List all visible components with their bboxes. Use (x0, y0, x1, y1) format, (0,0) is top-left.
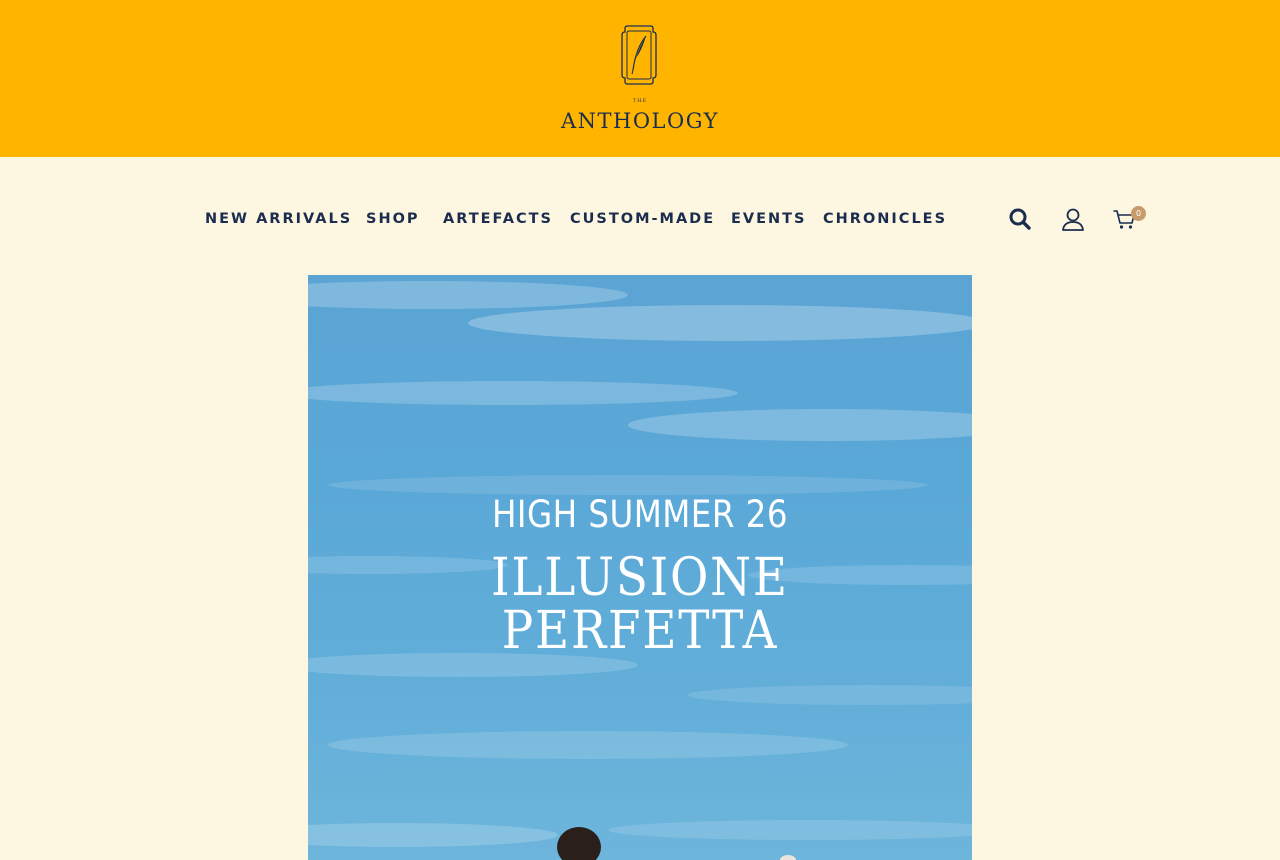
user-icon (1062, 208, 1084, 231)
quill-emblem-icon (621, 25, 657, 85)
top-banner: THE ANTHOLOGY (0, 0, 1280, 157)
nav-new-arrivals[interactable]: NEW ARRIVALS (205, 209, 352, 229)
brand-prefix: THE (632, 98, 648, 104)
nav-chronicles[interactable]: CHRONICLES (823, 209, 947, 229)
nav-custom-made[interactable]: CUSTOM-MADE (570, 209, 715, 229)
nav-artefacts[interactable]: ARTEFACTS (443, 209, 553, 229)
hero-title-line-2: PERFETTA (501, 601, 779, 661)
hero-title-line-1: ILLUSIONE (491, 548, 789, 608)
brand-name: ANTHOLOGY (560, 109, 719, 133)
cart-count-badge: 0 (1131, 206, 1146, 221)
main-navigation: NEW ARRIVALS SHOP ARTEFACTS CUSTOM-MADE … (0, 200, 1280, 238)
account-button[interactable] (1060, 206, 1086, 232)
brand-logo[interactable]: THE ANTHOLOGY (555, 20, 725, 140)
hero-season-label: HIGH SUMMER 26 (492, 493, 788, 536)
search-button[interactable] (1007, 206, 1033, 232)
nav-events[interactable]: EVENTS (731, 209, 807, 229)
hero-banner[interactable]: HIGH SUMMER 26 ILLUSIONE PERFETTA (308, 275, 972, 860)
nav-shop[interactable]: SHOP (366, 209, 420, 229)
search-icon (1009, 208, 1031, 230)
